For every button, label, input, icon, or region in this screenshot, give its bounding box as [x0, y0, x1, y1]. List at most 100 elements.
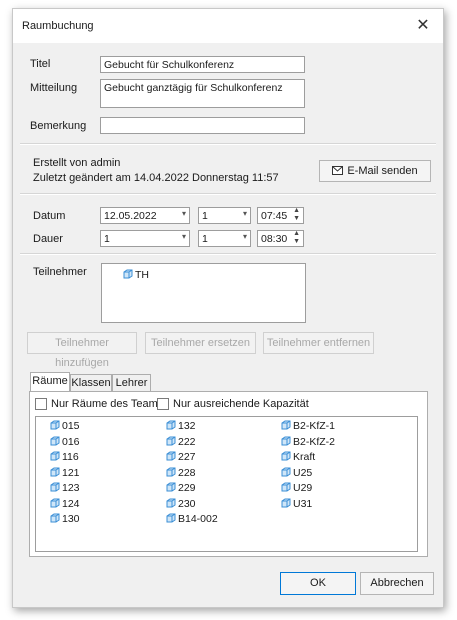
dialog-window: Raumbuchung ✕ Titel Gebucht für Schulkon… — [12, 8, 444, 608]
datum-time-spinner[interactable]: 07:45 ▲ ▼ — [257, 207, 304, 224]
cube-icon — [50, 436, 60, 446]
cube-icon — [166, 513, 176, 523]
chevron-down-icon: ▾ — [242, 232, 247, 241]
titel-field[interactable]: Gebucht für Schulkonferenz — [100, 56, 305, 73]
cube-icon — [50, 451, 60, 461]
room-label: 229 — [178, 482, 196, 494]
list-item[interactable]: 228 — [166, 467, 196, 479]
datum-label: Datum — [33, 210, 66, 222]
list-item[interactable]: 015 — [50, 420, 80, 432]
room-label: B14-002 — [178, 513, 218, 525]
room-label: U25 — [293, 466, 313, 479]
bemerkung-label: Bemerkung — [30, 120, 87, 132]
close-icon[interactable]: ✕ — [413, 16, 433, 36]
list-item[interactable]: B14-002 — [166, 513, 218, 525]
list-item[interactable]: Kraft — [281, 451, 315, 463]
mitteilung-field[interactable]: Gebucht ganztägig für Schulkonferenz — [100, 79, 305, 108]
bemerkung-field[interactable] — [100, 117, 305, 134]
list-item[interactable]: TH — [123, 269, 149, 281]
list-item[interactable]: 229 — [166, 482, 196, 494]
list-item[interactable]: 123 — [50, 482, 80, 494]
list-item[interactable]: 132 — [166, 420, 196, 432]
cube-icon — [166, 482, 176, 492]
dauer-select[interactable]: 1 ▾ — [100, 230, 190, 247]
room-list[interactable]: 015 016 116 121 123 124 130 132 222 227 228 229 230 B… — [35, 416, 418, 552]
datum-count-select[interactable]: 1 ▾ — [198, 207, 251, 224]
room-label: U31 — [293, 497, 313, 510]
list-item[interactable]: 121 — [50, 467, 80, 479]
cube-icon — [281, 498, 291, 508]
dauer-time-spinner[interactable]: 08:30 ▲ ▼ — [257, 230, 304, 247]
list-item[interactable]: 016 — [50, 436, 80, 448]
datum-select[interactable]: 12.05.2022 ▾ — [100, 207, 190, 224]
list-item[interactable]: 227 — [166, 451, 196, 463]
tab-lehrer[interactable]: Lehrer — [112, 374, 151, 392]
list-item[interactable]: 130 — [50, 513, 80, 525]
tab-panel: Nur Räume des Teams Nur ausreichende Kap… — [29, 391, 428, 557]
envelope-icon — [332, 162, 344, 182]
list-item[interactable]: 230 — [166, 498, 196, 510]
list-item[interactable]: B2-KfZ-2 — [281, 436, 335, 448]
cube-icon — [281, 467, 291, 477]
room-label: 132 — [178, 420, 196, 432]
participant-list[interactable]: TH — [101, 263, 306, 323]
cube-icon — [123, 269, 133, 279]
cube-icon — [281, 420, 291, 430]
spin-up-icon[interactable]: ▲ — [293, 207, 300, 214]
cube-icon — [166, 498, 176, 508]
cube-icon — [50, 467, 60, 477]
add-participant-button[interactable]: Teilnehmer hinzufügen — [27, 332, 137, 369]
cube-icon — [50, 498, 60, 508]
capacity-checkbox[interactable] — [157, 398, 169, 410]
window-title: Raumbuchung — [22, 20, 94, 32]
last-changed-text: Zuletzt geändert am 14.04.2022 Donnersta… — [33, 172, 279, 184]
tab-container: Räume Klassen Lehrer Nur Räume des Teams… — [29, 372, 428, 557]
titel-label: Titel — [30, 58, 51, 70]
spin-down-icon[interactable]: ▼ — [293, 238, 300, 245]
room-label: 230 — [178, 497, 196, 510]
room-label: 015 — [62, 420, 80, 432]
email-send-button[interactable]: E-Mail senden — [319, 160, 431, 182]
list-item[interactable]: 116 — [50, 451, 79, 463]
dauer-count-value: 1 — [202, 233, 208, 245]
cube-icon — [50, 420, 60, 430]
list-item[interactable]: B2-KfZ-1 — [281, 420, 335, 432]
room-label: 227 — [178, 451, 196, 463]
list-item[interactable]: 124 — [50, 498, 80, 510]
chevron-down-icon: ▾ — [242, 209, 247, 218]
datum-time-value: 07:45 — [261, 210, 288, 222]
spin-up-icon[interactable]: ▲ — [293, 230, 300, 237]
team-rooms-checkbox[interactable] — [35, 398, 47, 410]
separator — [20, 143, 436, 145]
remove-participant-button[interactable]: Teilnehmer entfernen — [263, 332, 374, 354]
created-by-text: Erstellt von admin — [33, 157, 121, 169]
list-item[interactable]: U29 — [281, 482, 312, 494]
dauer-label: Dauer — [33, 233, 63, 245]
room-label: 130 — [62, 513, 80, 525]
participant-label: TH — [135, 269, 149, 281]
cube-icon — [50, 513, 60, 523]
ok-button[interactable]: OK — [280, 572, 356, 595]
dauer-time-value: 08:30 — [261, 233, 288, 245]
list-item[interactable]: 222 — [166, 436, 196, 448]
cancel-button[interactable]: Abbrechen — [360, 572, 434, 595]
separator — [20, 193, 436, 195]
room-label: 121 — [62, 466, 80, 479]
chevron-down-icon: ▾ — [181, 232, 186, 241]
room-label: B2-KfZ-2 — [293, 435, 336, 448]
room-label: 222 — [178, 435, 196, 448]
replace-participant-button[interactable]: Teilnehmer ersetzen — [145, 332, 256, 354]
chevron-down-icon: ▾ — [181, 209, 186, 218]
spin-down-icon[interactable]: ▼ — [293, 215, 300, 222]
cube-icon — [281, 436, 291, 446]
capacity-label: Nur ausreichende Kapazität — [173, 398, 309, 410]
dauer-count-select[interactable]: 1 ▾ — [198, 230, 251, 247]
cube-icon — [166, 436, 176, 446]
team-rooms-label: Nur Räume des Teams — [51, 398, 164, 410]
mitteilung-label: Mitteilung — [30, 82, 78, 94]
tab-raeume[interactable]: Räume — [30, 372, 70, 392]
room-label: 228 — [178, 466, 196, 479]
tab-klassen[interactable]: Klassen — [70, 374, 112, 392]
list-item[interactable]: U31 — [281, 498, 312, 510]
list-item[interactable]: U25 — [281, 467, 312, 479]
